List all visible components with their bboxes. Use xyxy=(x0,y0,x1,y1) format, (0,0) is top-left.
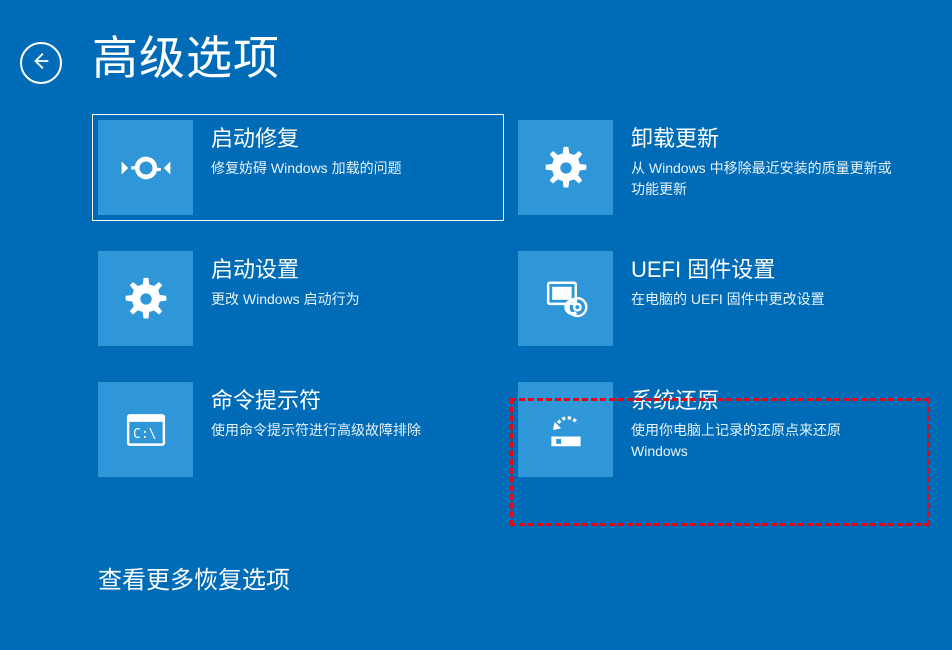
tile-desc: 使用命令提示符进行高级故障排除 xyxy=(211,420,421,440)
back-arrow-icon xyxy=(30,50,52,77)
tile-title: UEFI 固件设置 xyxy=(631,257,825,283)
tile-title: 卸载更新 xyxy=(631,126,893,152)
command-prompt-icon: C:\ xyxy=(98,382,193,477)
gear-icon xyxy=(518,120,613,215)
tile-startup-repair[interactable]: 启动修复 修复妨碍 Windows 加载的问题 xyxy=(92,114,504,221)
back-button[interactable] xyxy=(20,42,62,84)
tile-command-prompt[interactable]: C:\ 命令提示符 使用命令提示符进行高级故障排除 xyxy=(98,382,498,477)
tile-title: 启动修复 xyxy=(211,126,402,152)
tile-system-restore[interactable]: 系统还原 使用你电脑上记录的还原点来还原 Windows xyxy=(518,382,918,477)
firmware-icon xyxy=(518,251,613,346)
tile-desc: 在电脑的 UEFI 固件中更改设置 xyxy=(631,289,825,309)
tile-title: 系统还原 xyxy=(631,388,893,414)
tile-title: 命令提示符 xyxy=(211,388,421,414)
options-grid: 启动修复 修复妨碍 Windows 加载的问题 卸载更新 从 Windows 中… xyxy=(98,120,918,477)
tile-uefi-settings[interactable]: UEFI 固件设置 在电脑的 UEFI 固件中更改设置 xyxy=(518,251,918,346)
gear-icon xyxy=(98,251,193,346)
tile-desc: 从 Windows 中移除最近安装的质量更新或功能更新 xyxy=(631,158,893,199)
tile-desc: 使用你电脑上记录的还原点来还原 Windows xyxy=(631,420,893,461)
more-recovery-options-link[interactable]: 查看更多恢复选项 xyxy=(98,560,290,595)
tile-desc: 更改 Windows 启动行为 xyxy=(211,289,360,309)
tile-title: 启动设置 xyxy=(211,257,360,283)
tile-startup-settings[interactable]: 启动设置 更改 Windows 启动行为 xyxy=(98,251,498,346)
tile-uninstall-updates[interactable]: 卸载更新 从 Windows 中移除最近安装的质量更新或功能更新 xyxy=(518,120,918,215)
svg-text:C:\: C:\ xyxy=(133,427,156,442)
system-restore-icon xyxy=(518,382,613,477)
startup-repair-icon xyxy=(98,120,193,215)
tile-desc: 修复妨碍 Windows 加载的问题 xyxy=(211,158,402,178)
page-title: 高级选项 xyxy=(92,22,280,88)
